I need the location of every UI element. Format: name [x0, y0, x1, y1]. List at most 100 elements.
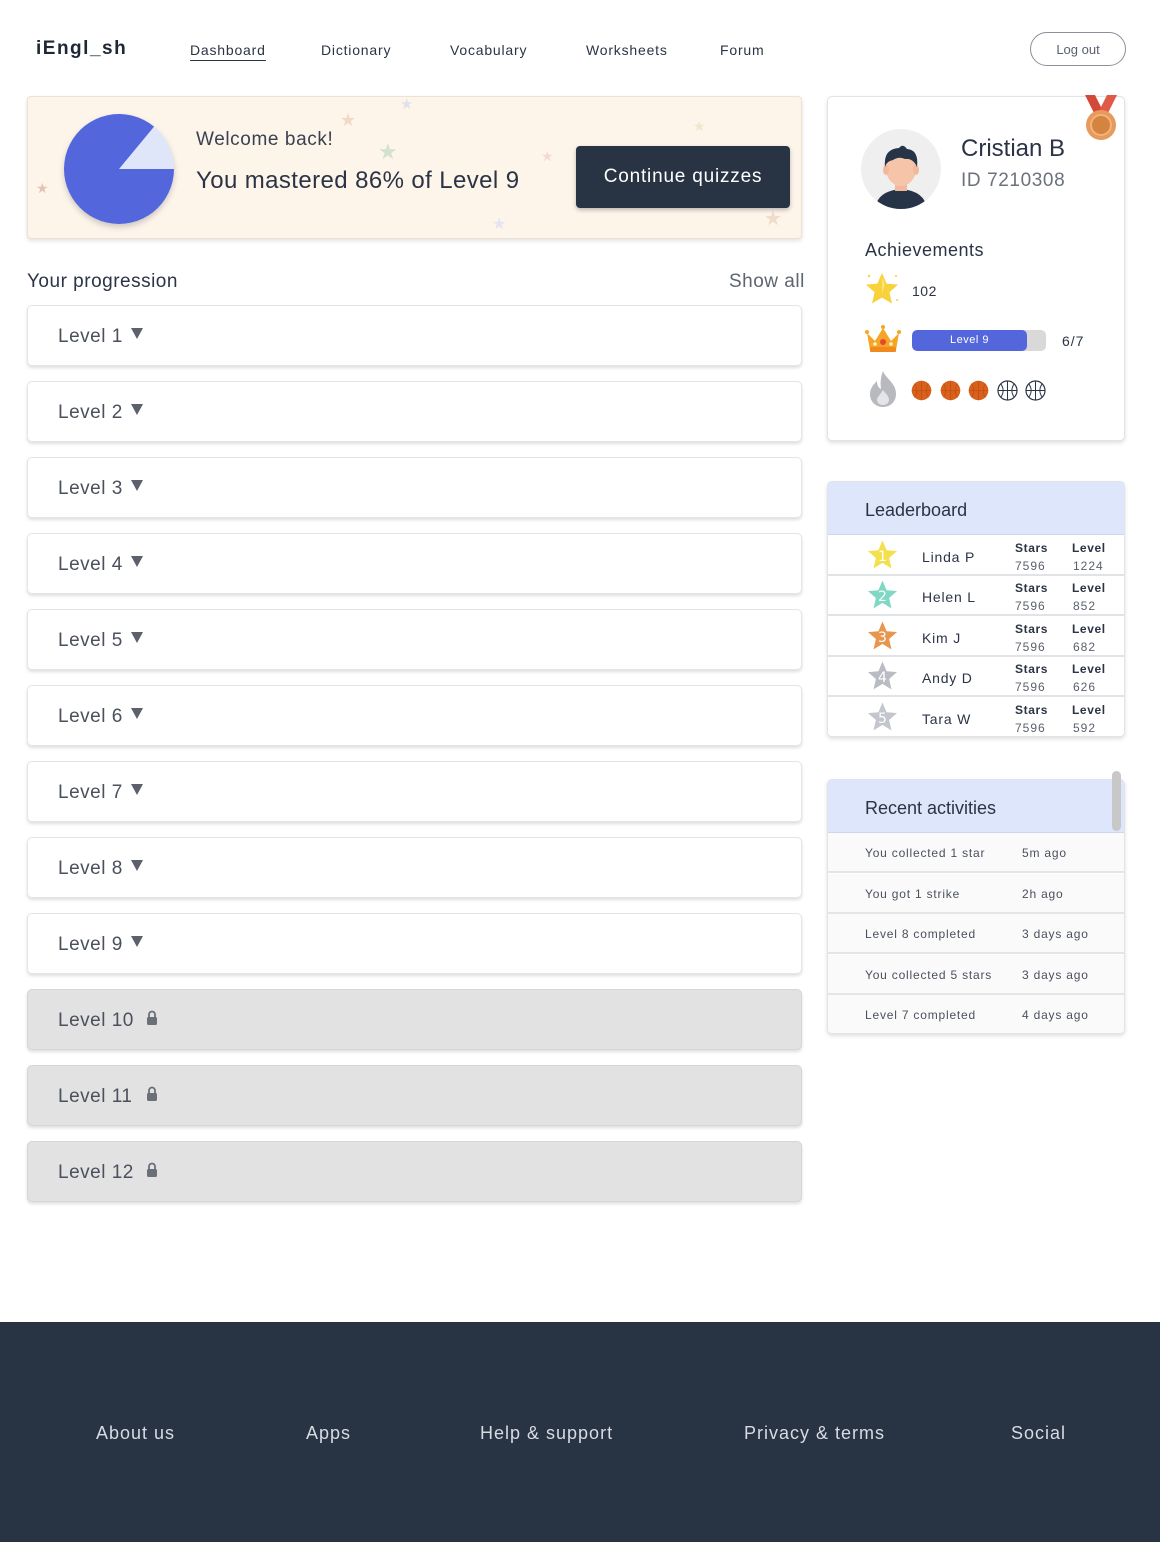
level-card[interactable]: Level 9 [27, 913, 802, 974]
nav-dictionary[interactable]: Dictionary [321, 42, 391, 58]
activity-row[interactable]: You got 1 strike 2h ago [828, 873, 1124, 914]
nav-forum[interactable]: Forum [720, 42, 764, 58]
decor-star-icon: ★ [340, 110, 357, 130]
leaderboard-row[interactable]: 3 Kim J Stars 7596 Level 682 [828, 617, 1124, 657]
level-header: Level [1072, 581, 1106, 595]
leaderboard-header: Leaderboard [828, 482, 1124, 535]
bronze-medal-icon [1085, 95, 1117, 140]
stars-header: Stars [1015, 622, 1049, 636]
activity-text: Level 8 completed [865, 927, 976, 941]
activity-text: You collected 1 star [865, 846, 986, 860]
stars-count: 102 [912, 283, 937, 299]
decor-star-icon: ★ [492, 216, 507, 233]
basketball-filled-icon [968, 380, 989, 401]
player-name: Tara W [922, 711, 972, 727]
lock-icon [147, 1086, 157, 1101]
player-name: Andy D [922, 670, 973, 686]
level-header: Level [1072, 703, 1106, 717]
show-all-link[interactable]: Show all [729, 271, 805, 293]
rank-star-icon: 4 [868, 661, 897, 690]
nav-worksheets[interactable]: Worksheets [586, 42, 668, 58]
player-name: Helen L [922, 589, 976, 605]
footer-privacy-link[interactable]: Privacy & terms [744, 1423, 885, 1444]
recent-activities-scrollbar[interactable] [1112, 771, 1121, 831]
level-card[interactable]: Level 1 [27, 305, 802, 366]
activity-text: You got 1 strike [865, 886, 961, 901]
player-level: 1224 [1073, 559, 1104, 573]
basketball-filled-icon [940, 380, 960, 401]
caret-down-icon[interactable] [131, 708, 143, 719]
player-stars: 7596 [1015, 559, 1046, 573]
activity-row[interactable]: You collected 5 stars 3 days ago [828, 954, 1124, 995]
level-card[interactable]: Level 7 [27, 761, 802, 822]
footer-help-link[interactable]: Help & support [480, 1423, 613, 1444]
site-footer: About us Apps Help & support Privacy & t… [0, 1322, 1160, 1542]
user-id: ID 7210308 [961, 170, 1066, 191]
caret-down-icon[interactable] [131, 860, 143, 871]
stars-header: Stars [1015, 541, 1049, 555]
activity-row[interactable]: You collected 1 star 5m ago [828, 833, 1124, 873]
caret-down-icon[interactable] [131, 404, 143, 415]
streak-flame-icon [870, 371, 896, 407]
player-level: 682 [1073, 640, 1097, 654]
leaderboard-panel: Leaderboard 1 Linda P Stars 7596 Level 1224 2 H… [827, 481, 1125, 737]
level-card-locked: Level 10 [27, 989, 802, 1050]
app-logo[interactable]: iEngl_sh [36, 38, 127, 60]
level-label: Level 12 [58, 1162, 134, 1183]
activity-row[interactable]: Level 7 completed 4 days ago [828, 995, 1124, 1033]
leaderboard-row[interactable]: 4 Andy D Stars 7596 Level 626 [828, 657, 1124, 697]
lock-icon [147, 1162, 157, 1177]
decor-star-icon: ★ [378, 139, 398, 164]
footer-about-link[interactable]: About us [96, 1423, 175, 1444]
level-card[interactable]: Level 8 [27, 837, 802, 898]
level-card[interactable]: Level 4 [27, 533, 802, 594]
rank-star-icon: 3 [868, 621, 897, 650]
level-label: Level 6 [58, 706, 123, 727]
basketball-empty-icon [996, 380, 1018, 401]
caret-down-icon[interactable] [131, 784, 143, 795]
basketball-empty-icon [1025, 380, 1046, 401]
player-stars: 7596 [1015, 680, 1046, 694]
logout-button[interactable]: Log out [1030, 32, 1126, 66]
player-level: 626 [1073, 680, 1097, 694]
level-header: Level [1072, 662, 1106, 676]
player-name: Kim J [922, 630, 961, 646]
caret-down-icon[interactable] [131, 936, 143, 947]
activity-time: 2h ago [1022, 886, 1064, 901]
nav-dashboard[interactable]: Dashboard [190, 42, 266, 61]
caret-down-icon[interactable] [131, 556, 143, 567]
player-stars: 7596 [1015, 640, 1046, 654]
rank-star-icon: 2 [868, 580, 897, 609]
caret-down-icon[interactable] [131, 480, 143, 491]
activity-row[interactable]: Level 8 completed 3 days ago [828, 914, 1124, 954]
player-stars: 7596 [1015, 599, 1046, 613]
footer-social-link[interactable]: Social [1011, 1423, 1066, 1444]
caret-down-icon[interactable] [131, 632, 143, 643]
level-card[interactable]: Level 3 [27, 457, 802, 518]
level-card[interactable]: Level 5 [27, 609, 802, 670]
lock-icon [147, 1010, 157, 1025]
user-avatar-icon [875, 145, 927, 209]
top-header: iEngl_sh Dashboard Dictionary Vocabulary… [0, 0, 1160, 96]
activity-text: You collected 5 stars [865, 967, 993, 982]
avatar[interactable] [861, 129, 941, 209]
welcome-banner: ★ ★ ★ ★ ★ ★ ★ ★ Welcome back! You master… [27, 96, 802, 239]
leaderboard-title: Leaderboard [865, 500, 968, 520]
decor-star-icon: ★ [36, 180, 49, 196]
leaderboard-row[interactable]: 5 Tara W Stars 7596 Level 592 [828, 698, 1124, 736]
level-label: Level 2 [58, 402, 123, 423]
leaderboard-row[interactable]: 1 Linda P Stars 7596 Level 1224 [828, 536, 1124, 576]
rank-number: 3 [878, 630, 887, 646]
nav-vocabulary[interactable]: Vocabulary [450, 42, 527, 58]
level-card-locked: Level 12 [27, 1141, 802, 1202]
continue-quizzes-button[interactable]: Continue quizzes [576, 146, 790, 208]
level-label: Level 9 [58, 934, 123, 955]
level-card[interactable]: Level 2 [27, 381, 802, 442]
level-card[interactable]: Level 6 [27, 685, 802, 746]
footer-apps-link[interactable]: Apps [306, 1423, 351, 1444]
caret-down-icon[interactable] [131, 328, 143, 339]
decor-star-icon: ★ [764, 208, 782, 230]
activity-time: 3 days ago [1022, 967, 1089, 982]
level-label: Level 8 [58, 858, 123, 879]
leaderboard-row[interactable]: 2 Helen L Stars 7596 Level 852 [828, 576, 1124, 616]
